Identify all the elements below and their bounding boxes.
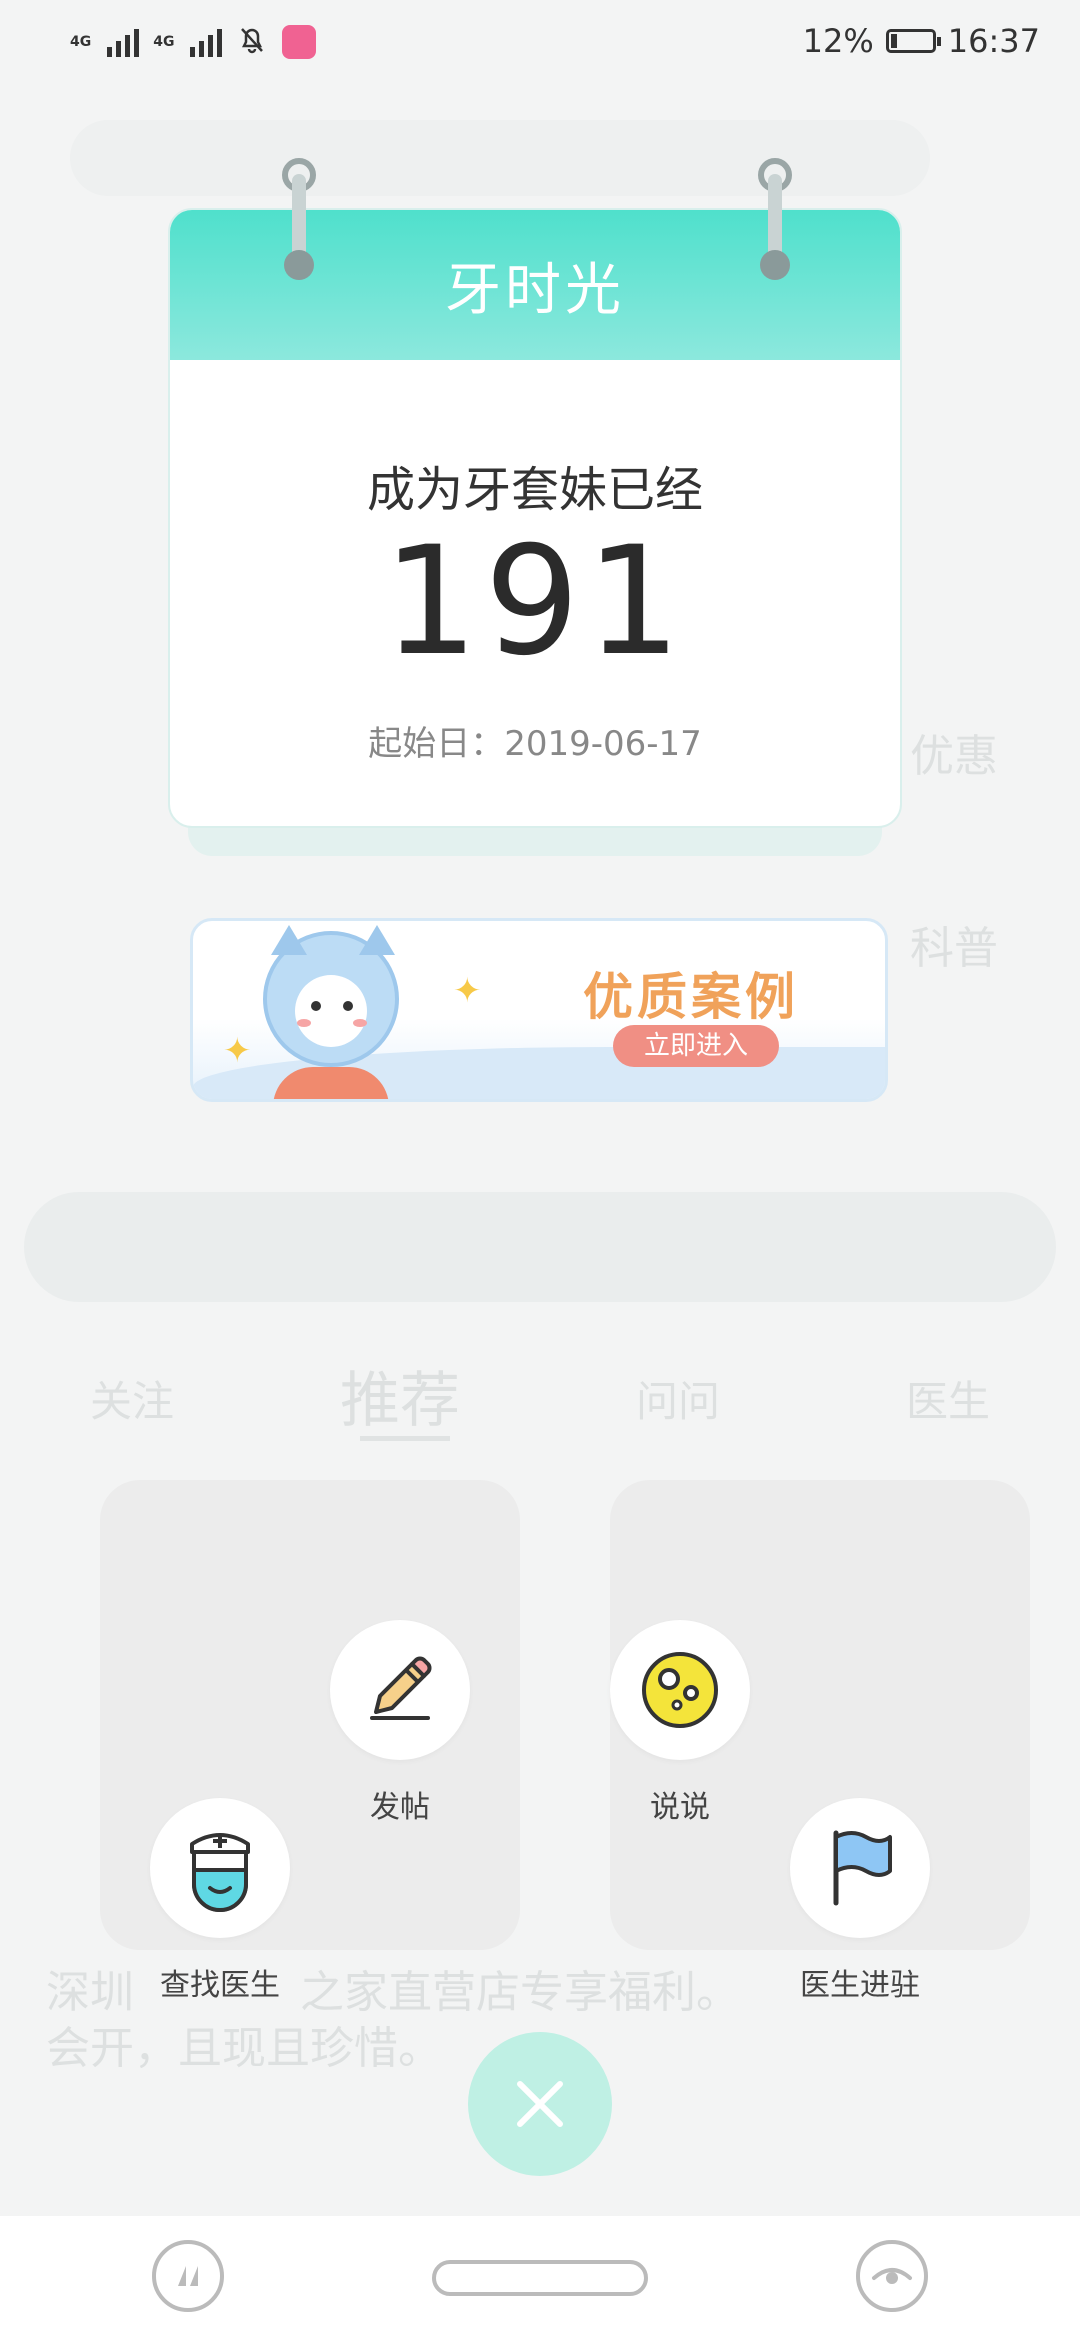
post-action[interactable]: 发帖 xyxy=(310,1620,490,1826)
calendar-ring-icon xyxy=(282,158,316,282)
doctor-join-action[interactable]: 医生进驻 xyxy=(770,1798,950,2004)
close-icon xyxy=(517,2081,563,2127)
find-doctor-button[interactable] xyxy=(150,1798,290,1938)
calendar-body: 牙时光 成为牙套妹已经 191 起始日：2019-06-17 xyxy=(168,208,902,828)
sparkle-icon: ✦ xyxy=(223,1031,252,1071)
multitask-button[interactable] xyxy=(152,2240,224,2312)
doctor-join-label: 医生进驻 xyxy=(800,1968,920,2003)
flag-icon xyxy=(833,1830,892,1906)
case-title: 优质案例 xyxy=(583,968,799,1026)
days-count: 191 xyxy=(382,515,688,689)
eye-button[interactable] xyxy=(856,2240,928,2312)
clock: 16:37 xyxy=(947,22,1040,60)
status-bar: 4G 4G 12% 16:37 xyxy=(0,0,1080,90)
start-date-value: 2019-06-17 xyxy=(504,724,702,764)
talk-label: 说说 xyxy=(650,1790,710,1825)
bell-muted-icon xyxy=(236,24,268,60)
status-icons: 4G 4G xyxy=(70,24,317,60)
post-button[interactable] xyxy=(330,1620,470,1760)
moon-icon xyxy=(642,1652,718,1728)
pencil-icon xyxy=(370,1656,432,1720)
background-tab-indicator xyxy=(360,1436,450,1441)
network-type-1: 4G xyxy=(70,34,92,50)
calendar-ring-icon xyxy=(758,158,792,282)
find-doctor-action[interactable]: 查找医生 xyxy=(130,1798,310,2004)
home-button[interactable] xyxy=(432,2260,648,2296)
background-side-label-deals: 优惠 xyxy=(910,731,998,782)
background-text: 会开，且现且珍惜。 xyxy=(46,2023,442,2074)
background-banner xyxy=(24,1192,1056,1302)
talk-action[interactable]: 说说 xyxy=(590,1620,770,1826)
background-text: 深圳 xyxy=(46,1967,134,2018)
close-button[interactable] xyxy=(468,2032,612,2176)
multitask-icon xyxy=(178,2266,198,2286)
cat-mascot-icon xyxy=(263,925,399,1067)
nurse-icon xyxy=(190,1833,250,1912)
tooth-time-calendar[interactable]: 牙时光 成为牙套妹已经 191 起始日：2019-06-17 xyxy=(168,158,902,856)
background-search-bar xyxy=(70,120,930,196)
background-tab-ask: 问问 xyxy=(636,1377,721,1426)
quality-cases-banner[interactable]: ✦ ✦ 优质案例 立即进入 xyxy=(190,918,888,1102)
talk-button[interactable] xyxy=(610,1620,750,1760)
battery-percent: 12% xyxy=(802,22,874,60)
battery-icon xyxy=(885,29,941,53)
status-right: 12% 16:37 xyxy=(803,22,1040,60)
doctor-join-button[interactable] xyxy=(790,1798,930,1938)
background-text: 之家直营店专享福利。 xyxy=(300,1967,740,2018)
calendar-title: 牙时光 xyxy=(445,257,625,323)
post-label: 发帖 xyxy=(370,1790,430,1825)
background-tab-doctor: 医生 xyxy=(906,1377,991,1426)
eye-icon xyxy=(872,2268,912,2284)
background-tab-follow: 关注 xyxy=(90,1377,175,1426)
signal-icon xyxy=(190,27,223,57)
app-notification-icon xyxy=(282,25,317,59)
network-type-2: 4G xyxy=(153,34,175,50)
background-side-label-science: 科普 xyxy=(910,923,998,974)
calendar-label: 成为牙套妹已经 xyxy=(366,462,703,518)
navigation-bar xyxy=(0,2216,1080,2340)
find-doctor-label: 查找医生 xyxy=(160,1968,280,2003)
start-date-label: 起始日： xyxy=(368,724,505,764)
start-date: 起始日：2019-06-17 xyxy=(170,716,900,765)
enter-now-button[interactable]: 立即进入 xyxy=(613,1025,779,1067)
sparkle-icon: ✦ xyxy=(453,971,482,1011)
signal-icon xyxy=(107,27,140,57)
background-tab-recommend: 推荐 xyxy=(340,1366,460,1436)
